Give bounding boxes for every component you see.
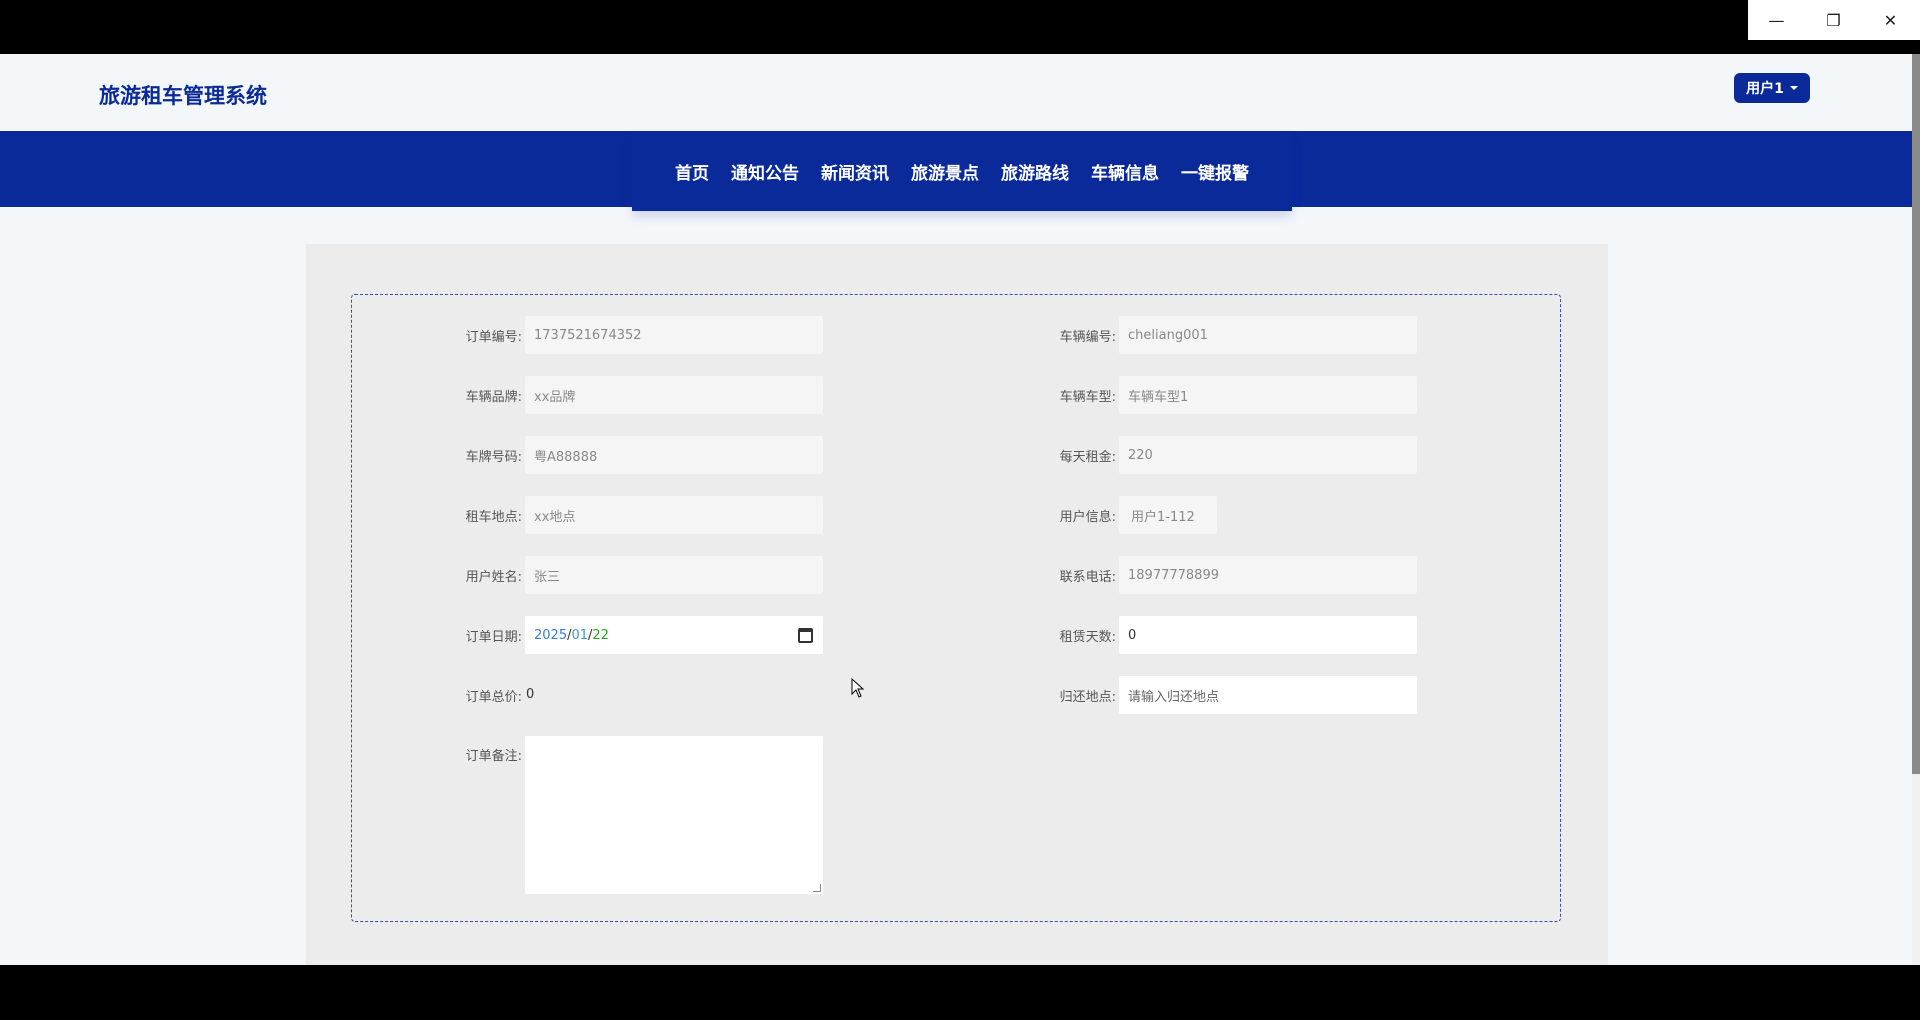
field-user-name: 用户姓名: 张三: [452, 555, 824, 595]
field-remark: 订单备注:: [452, 735, 522, 764]
field-plate: 车牌号码: 粤A88888: [452, 435, 824, 475]
order-no-input[interactable]: 1737521674352: [524, 315, 824, 355]
user-name-input[interactable]: 张三: [524, 555, 824, 595]
close-icon: ✕: [1883, 10, 1898, 30]
field-vehicle-no: 车辆编号: cheliang001: [1046, 315, 1418, 355]
nav-item-news[interactable]: 新闻资讯: [821, 159, 889, 184]
user-info-select[interactable]: 用户1-112: [1118, 495, 1218, 535]
field-order-no: 订单编号: 1737521674352: [452, 315, 824, 355]
label-rent-days: 租赁天数:: [1059, 629, 1116, 645]
label-user-name: 用户姓名:: [465, 569, 522, 585]
calendar-icon[interactable]: [798, 628, 813, 643]
date-month: 01: [571, 627, 589, 643]
bottom-bar: [0, 965, 1920, 1020]
label-daily-rent: 每天租金:: [1059, 449, 1116, 465]
plate-input[interactable]: 粤A88888: [524, 435, 824, 475]
label-return-place: 归还地点:: [1059, 689, 1116, 705]
nav-item-attractions[interactable]: 旅游景点: [911, 159, 979, 184]
field-total-price: 订单总价: 0: [452, 675, 535, 715]
pickup-place-input[interactable]: xx地点: [524, 495, 824, 535]
rent-days-input[interactable]: 0: [1118, 615, 1418, 655]
user-menu-label: 用户1: [1746, 81, 1784, 97]
date-year: 2025: [534, 627, 568, 643]
nav-item-notices[interactable]: 通知公告: [731, 159, 799, 184]
site-header: 旅游租车管理系统 用户1: [0, 54, 1912, 131]
main-navbar: 首页 通知公告 新闻资讯 旅游景点 旅游路线 车辆信息 一键报警: [0, 131, 1912, 211]
label-user-info: 用户信息:: [1059, 509, 1116, 525]
field-order-date: 订单日期: 2025/01/22: [452, 615, 824, 655]
field-daily-rent: 每天租金: 220: [1046, 435, 1418, 475]
date-day: 22: [592, 627, 609, 643]
label-brand: 车辆品牌:: [465, 389, 522, 405]
field-phone: 联系电话: 18977778899: [1046, 555, 1418, 595]
vehicle-no-input[interactable]: cheliang001: [1118, 315, 1418, 355]
field-user-info: 用户信息: 用户1-112: [1046, 495, 1218, 535]
resize-grip-icon[interactable]: [813, 884, 821, 892]
field-rent-days: 租赁天数: 0: [1046, 615, 1418, 655]
nav-item-routes[interactable]: 旅游路线: [1001, 159, 1069, 184]
close-button[interactable]: ✕: [1862, 0, 1919, 40]
caret-down-icon: [1789, 86, 1798, 90]
label-order-date: 订单日期:: [465, 629, 522, 645]
nav-item-vehicles[interactable]: 车辆信息: [1091, 159, 1159, 184]
label-remark: 订单备注:: [465, 749, 522, 764]
restore-button[interactable]: ❐: [1805, 0, 1862, 40]
label-phone: 联系电话:: [1059, 569, 1116, 585]
scrollbar-thumb[interactable]: [1912, 54, 1920, 774]
order-panel: 订单编号: 1737521674352 车辆品牌: xx品牌 车牌号码: 粤A8…: [306, 244, 1608, 965]
order-date-input[interactable]: 2025/01/22: [524, 615, 824, 655]
page-scrollbar[interactable]: [1912, 54, 1920, 965]
minimize-button[interactable]: —: [1748, 0, 1805, 40]
label-plate: 车牌号码:: [465, 449, 522, 465]
field-pickup-place: 租车地点: xx地点: [452, 495, 824, 535]
minimize-icon: —: [1768, 10, 1785, 30]
remark-textarea[interactable]: [524, 735, 824, 895]
return-place-input[interactable]: 请输入归还地点: [1118, 675, 1418, 715]
daily-rent-input[interactable]: 220: [1118, 435, 1418, 475]
field-model: 车辆车型: 车辆车型1: [1046, 375, 1418, 415]
field-return-place: 归还地点: 请输入归还地点: [1046, 675, 1418, 715]
label-vehicle-no: 车辆编号:: [1059, 329, 1116, 345]
window-controls: — ❐ ✕: [1748, 0, 1920, 40]
label-pickup-place: 租车地点:: [465, 509, 522, 525]
label-total-price: 订单总价:: [465, 689, 522, 705]
brand-input[interactable]: xx品牌: [524, 375, 824, 415]
label-model: 车辆车型:: [1059, 389, 1116, 405]
order-form: 订单编号: 1737521674352 车辆品牌: xx品牌 车牌号码: 粤A8…: [351, 294, 1561, 922]
restore-icon: ❐: [1826, 10, 1841, 30]
field-brand: 车辆品牌: xx品牌: [452, 375, 824, 415]
nav-menu: 首页 通知公告 新闻资讯 旅游景点 旅游路线 车辆信息 一键报警: [632, 131, 1292, 211]
model-input[interactable]: 车辆车型1: [1118, 375, 1418, 415]
label-order-no: 订单编号:: [465, 329, 522, 345]
user-menu-button[interactable]: 用户1: [1734, 73, 1810, 103]
phone-input[interactable]: 18977778899: [1118, 555, 1418, 595]
title-bar: — ❐ ✕: [0, 0, 1920, 54]
nav-item-alarm[interactable]: 一键报警: [1181, 159, 1249, 184]
page-viewport: 旅游租车管理系统 用户1 首页 通知公告 新闻资讯 旅游景点 旅游路线 车辆信息…: [0, 54, 1920, 965]
site-logo[interactable]: 旅游租车管理系统: [99, 80, 267, 110]
total-price-value: 0: [526, 687, 535, 702]
nav-item-home[interactable]: 首页: [675, 159, 709, 184]
